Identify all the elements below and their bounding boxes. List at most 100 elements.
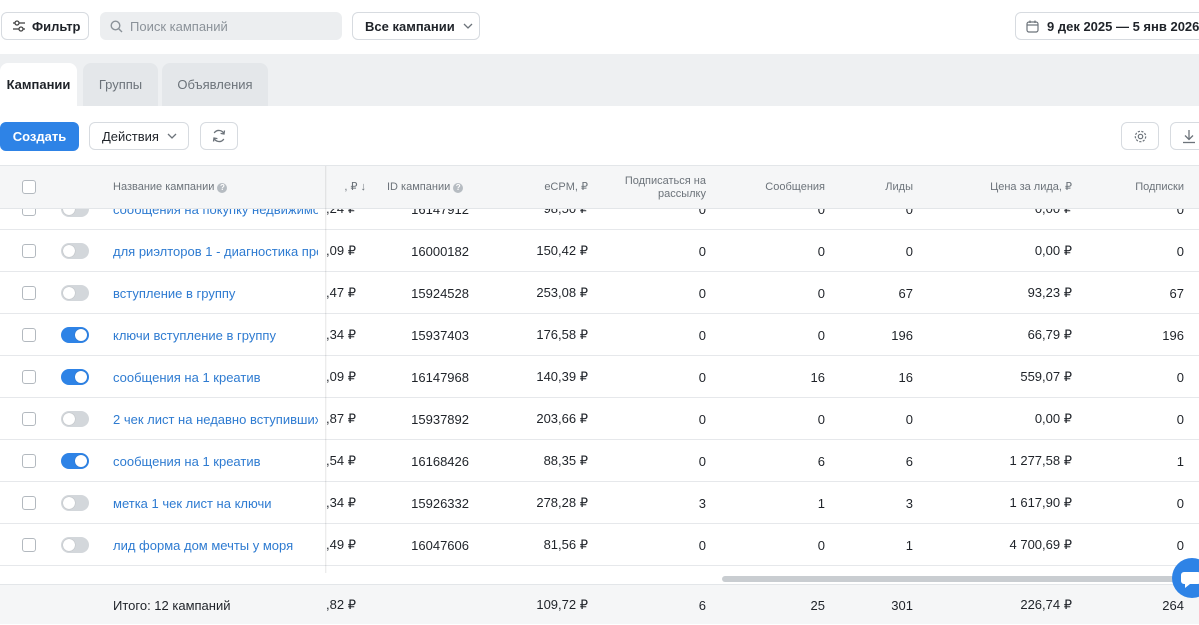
table-row[interactable]: ключи вступление в группу ,34 ₽ 15937403 17… bbox=[0, 314, 1199, 356]
messages-cell: 0 bbox=[817, 327, 825, 343]
horizontal-scrollbar[interactable] bbox=[722, 576, 1199, 582]
column-header-subscribe[interactable]: Подписаться на рассылку bbox=[600, 166, 706, 209]
spent-cell: ,09 ₽ bbox=[326, 243, 356, 258]
chat-support-button[interactable] bbox=[1172, 558, 1199, 598]
column-header-spent[interactable]: , ₽ ↓ bbox=[326, 166, 366, 209]
campaign-status-toggle[interactable] bbox=[61, 243, 89, 259]
tab-ads[interactable]: Объявления bbox=[162, 63, 268, 106]
campaign-name-link[interactable]: сообщения на 1 креатив bbox=[113, 356, 318, 398]
tab-groups[interactable]: Группы bbox=[83, 63, 158, 106]
row-checkbox[interactable] bbox=[22, 496, 36, 510]
date-range-value: 9 дек 2025 — 5 янв 2026 bbox=[1047, 18, 1199, 34]
campaign-id-cell: 16000182 bbox=[411, 243, 469, 259]
column-header-subs[interactable]: Подписки bbox=[1090, 166, 1184, 209]
toggle-knob bbox=[63, 287, 75, 299]
column-header-messages[interactable]: Сообщения bbox=[720, 166, 825, 209]
cpl-cell: 0,00 ₽ bbox=[1034, 411, 1072, 426]
table-row[interactable]: сообщения на 1 креатив ,54 ₽ 16168426 88,35… bbox=[0, 440, 1199, 482]
campaign-name-link[interactable]: вступление в группу bbox=[113, 272, 318, 314]
row-checkbox[interactable] bbox=[22, 454, 36, 468]
table-row[interactable]: сообщения на 1 креатив ,09 ₽ 16147968 140,3… bbox=[0, 356, 1199, 398]
leads-cell: 16 bbox=[898, 369, 913, 385]
table-row[interactable]: вступление в группу ,47 ₽ 15924528 253,08 ₽… bbox=[0, 272, 1199, 314]
help-icon: ? bbox=[453, 182, 464, 193]
campaign-name-link[interactable]: для риэлторов 1 - диагностика продаж bbox=[113, 230, 318, 272]
calendar-icon bbox=[1026, 20, 1039, 33]
table-row[interactable]: метка 1 чек лист на ключи ,34 ₽ 15926332 27… bbox=[0, 482, 1199, 524]
column-header-name[interactable]: Название кампании? bbox=[113, 166, 313, 209]
toolbar: Создать Действия bbox=[0, 106, 1199, 164]
table-row[interactable]: лид форма дом мечты у моря ,49 ₽ 16047606 8… bbox=[0, 524, 1199, 566]
column-header-ecpm[interactable]: eCPM, ₽ bbox=[500, 166, 588, 209]
sliders-icon bbox=[13, 20, 25, 32]
table-totals-row: Итого: 12 кампаний ,82 ₽ 109,72 ₽ 6 25 3… bbox=[0, 584, 1199, 624]
spent-cell: ,34 ₽ bbox=[326, 327, 356, 342]
chevron-down-icon bbox=[463, 23, 473, 29]
actions-label: Действия bbox=[102, 128, 159, 144]
search-input[interactable] bbox=[130, 18, 330, 34]
select-all-checkbox[interactable] bbox=[22, 180, 36, 194]
chevron-down-icon bbox=[167, 133, 177, 139]
cpl-cell: 66,79 ₽ bbox=[1027, 327, 1072, 342]
campaign-id-cell: 15924528 bbox=[411, 285, 469, 301]
campaign-name-link[interactable]: сообщения на 1 креатив bbox=[113, 440, 318, 482]
campaign-status-toggle[interactable] bbox=[61, 495, 89, 511]
spent-cell: ,54 ₽ bbox=[326, 453, 356, 468]
cpl-cell: 559,07 ₽ bbox=[1020, 369, 1072, 384]
tab-campaigns[interactable]: Кампании bbox=[0, 63, 77, 106]
campaign-status-toggle[interactable] bbox=[61, 369, 89, 385]
campaign-id-cell: 16047606 bbox=[411, 537, 469, 553]
settings-button[interactable] bbox=[1121, 122, 1159, 150]
campaign-id-cell: 16168426 bbox=[411, 453, 469, 469]
row-checkbox[interactable] bbox=[22, 370, 36, 384]
campaign-name-link[interactable]: метка 1 чек лист на ключи bbox=[113, 482, 318, 524]
subs-cell: 196 bbox=[1162, 327, 1184, 343]
column-header-leads[interactable]: Лиды bbox=[840, 166, 913, 209]
table-row[interactable]: сообщения на покупку недвижимости ,24 ₽ 16… bbox=[0, 209, 1199, 230]
campaign-name-link[interactable]: ключи вступление в группу bbox=[113, 314, 318, 356]
campaign-status-toggle[interactable] bbox=[61, 285, 89, 301]
chat-icon bbox=[1181, 572, 1199, 588]
row-checkbox[interactable] bbox=[22, 244, 36, 258]
subscribe-cell: 0 bbox=[698, 285, 706, 301]
leads-cell: 67 bbox=[898, 285, 913, 301]
campaign-name-link[interactable]: 2 чек лист на недавно вступивших bbox=[113, 398, 318, 440]
totals-label: Итого: 12 кампаний bbox=[113, 597, 231, 613]
filter-button[interactable]: Фильтр bbox=[1, 12, 89, 40]
download-button[interactable] bbox=[1170, 122, 1199, 150]
row-checkbox[interactable] bbox=[22, 412, 36, 426]
cpl-cell: 4 700,69 ₽ bbox=[1009, 537, 1073, 552]
totals-ecpm: 109,72 ₽ bbox=[536, 597, 588, 612]
actions-dropdown[interactable]: Действия bbox=[89, 122, 189, 150]
campaign-status-toggle[interactable] bbox=[61, 411, 89, 427]
column-header-cpl[interactable]: Цена за лида, ₽ bbox=[940, 166, 1072, 209]
table-row[interactable]: 2 чек лист на недавно вступивших ,87 ₽ 159… bbox=[0, 398, 1199, 440]
date-range-picker[interactable]: 9 дек 2025 — 5 янв 2026 bbox=[1015, 12, 1199, 40]
campaign-status-toggle[interactable] bbox=[61, 537, 89, 553]
messages-cell: 1 bbox=[817, 495, 825, 511]
ecpm-cell: 98,50 ₽ bbox=[500, 209, 588, 230]
cpl-cell: 1 277,58 ₽ bbox=[1009, 453, 1073, 468]
table-row[interactable]: для риэлторов 1 - диагностика продаж ,09 … bbox=[0, 230, 1199, 272]
search-box[interactable] bbox=[100, 12, 342, 40]
refresh-button[interactable] bbox=[200, 122, 238, 150]
tabs-bar: Кампании Группы Объявления bbox=[0, 54, 1199, 106]
campaign-name-link[interactable]: сообщения на покупку недвижимости bbox=[113, 209, 318, 230]
row-checkbox[interactable] bbox=[22, 209, 36, 216]
toggle-knob bbox=[63, 497, 75, 509]
campaign-status-toggle[interactable] bbox=[61, 327, 89, 343]
row-checkbox[interactable] bbox=[22, 286, 36, 300]
create-button[interactable]: Создать bbox=[0, 122, 79, 151]
campaign-status-toggle[interactable] bbox=[61, 453, 89, 469]
column-label-id: ID кампании bbox=[387, 181, 451, 193]
ecpm-cell: 88,35 ₽ bbox=[543, 453, 588, 468]
row-checkbox[interactable] bbox=[22, 538, 36, 552]
leads-cell: 1 bbox=[905, 537, 913, 553]
cpl-cell: 0,00 ₽ bbox=[1034, 243, 1072, 258]
campaign-name-link[interactable]: лид форма дом мечты у моря bbox=[113, 524, 318, 566]
campaign-status-toggle[interactable] bbox=[61, 209, 89, 217]
table-body: сообщения на покупку недвижимости,24 ₽16… bbox=[0, 209, 1199, 573]
column-header-id[interactable]: ID кампании? bbox=[387, 166, 487, 209]
campaigns-select[interactable]: Все кампании bbox=[352, 12, 480, 40]
row-checkbox[interactable] bbox=[22, 328, 36, 342]
